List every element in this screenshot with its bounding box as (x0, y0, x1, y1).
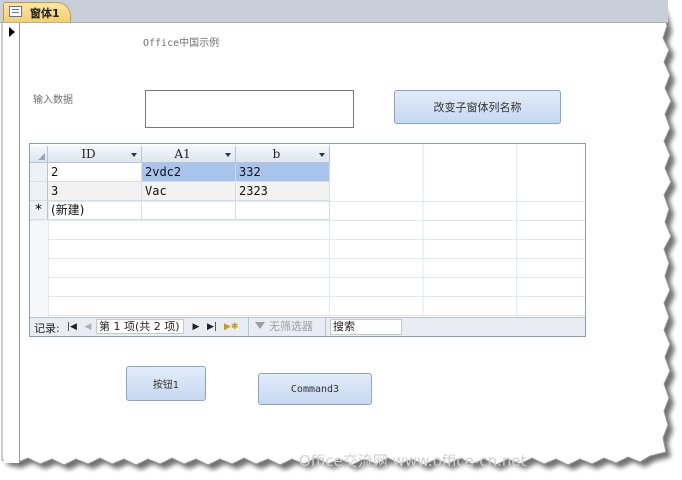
rename-subform-column-button[interactable]: 改变子窗体列名称 (394, 90, 561, 124)
row-selector[interactable] (30, 182, 48, 201)
last-record-icon[interactable]: ▶| (206, 321, 218, 333)
column-header-label: b (272, 147, 281, 161)
table-cell[interactable] (142, 201, 236, 220)
table-cell[interactable]: 332 (236, 163, 330, 182)
record-position-field[interactable]: 第 1 项(共 2 项) (96, 319, 184, 334)
next-record-icon[interactable]: ▶ (190, 321, 202, 333)
row-selector[interactable] (30, 163, 48, 182)
table-row[interactable]: 3 Vac 2323 (30, 182, 585, 201)
subform-datasheet[interactable]: ID A1 b 2 2vdc2 332 3 Vac 2323 * (新建) 记录… (29, 143, 586, 337)
form-icon (9, 6, 22, 17)
filter-status-label: 无筛选器 (269, 320, 313, 333)
table-cell[interactable]: 3 (48, 182, 142, 201)
input-data-field[interactable] (145, 90, 354, 128)
table-cell[interactable]: 2 (48, 163, 142, 182)
funnel-icon (255, 322, 265, 329)
command3-button[interactable]: Command3 (258, 373, 372, 405)
form-record-selector[interactable] (4, 23, 20, 463)
watermark-text: Office交流网 www.office-cn.net (299, 452, 527, 470)
column-header-a1[interactable]: A1 (142, 146, 236, 163)
column-header-label: A1 (174, 147, 191, 161)
form-title-label: Office中国示例 (143, 38, 220, 49)
table-cell[interactable]: Vac (142, 182, 236, 201)
table-cell[interactable]: (新建) (48, 201, 142, 220)
current-record-arrow-icon (9, 27, 15, 37)
new-record-selector[interactable]: * (30, 201, 48, 220)
dropdown-arrow-icon[interactable] (131, 153, 137, 157)
button-1[interactable]: 按钮1 (126, 366, 206, 401)
table-cell[interactable]: 2323 (236, 182, 330, 201)
form-tab[interactable]: 窗体1 (3, 2, 71, 22)
record-label: 记录: (34, 322, 60, 335)
column-header-label: ID (81, 147, 96, 161)
table-cell[interactable]: 2vdc2 (142, 163, 236, 182)
document-tab-bar: 窗体1 (0, 0, 668, 23)
table-cell[interactable] (236, 201, 330, 220)
input-data-label: 输入数据 (33, 95, 73, 106)
record-navigation-bar: 记录: |◀ ◀ 第 1 项(共 2 项) ▶ ▶| ▶✱ 无筛选器 搜索 (30, 317, 585, 336)
select-all-corner[interactable] (30, 146, 48, 163)
prev-record-icon[interactable]: ◀ (82, 321, 94, 333)
form-tab-label: 窗体1 (30, 7, 60, 20)
first-record-icon[interactable]: |◀ (66, 321, 78, 333)
table-row[interactable]: 2 2vdc2 332 (30, 163, 585, 182)
column-header-id[interactable]: ID (48, 146, 142, 163)
column-header-b[interactable]: b (236, 146, 330, 163)
search-input[interactable]: 搜索 (330, 319, 402, 335)
dropdown-arrow-icon[interactable] (225, 153, 231, 157)
filter-status-button[interactable]: 无筛选器 (248, 318, 326, 336)
dropdown-arrow-icon[interactable] (319, 153, 325, 157)
table-row-new[interactable]: * (新建) (30, 201, 585, 220)
new-record-icon[interactable]: ▶✱ (224, 321, 238, 333)
